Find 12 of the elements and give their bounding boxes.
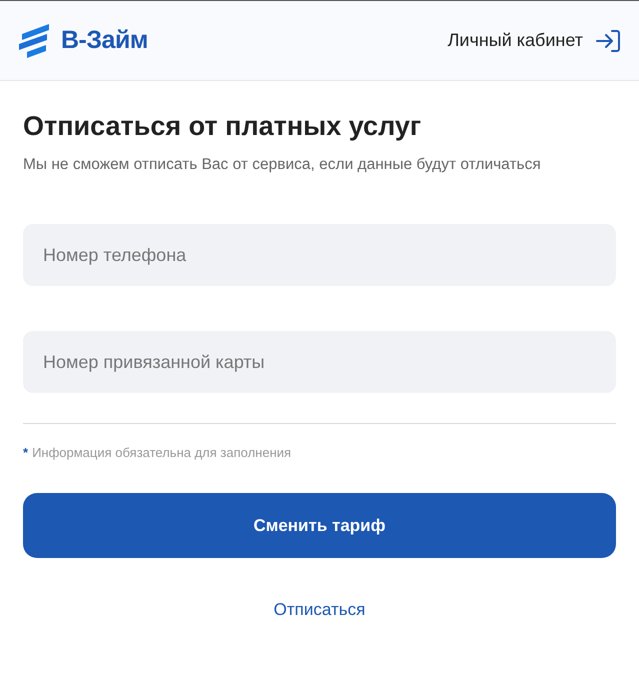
account-link[interactable]: Личный кабинет (448, 28, 621, 52)
logo-icon (18, 24, 51, 58)
unsubscribe-link[interactable]: Отписаться (274, 600, 366, 620)
login-icon (595, 28, 621, 52)
logo-text: В-Займ (61, 26, 148, 55)
required-mark: * (23, 445, 28, 460)
input-field[interactable]: Номер телефона (23, 224, 616, 286)
page-title: Отписаться от платных услуг (23, 111, 422, 142)
subtitle: Мы не сможем отписать Вас от сервиса, если данные будут отличаться (23, 156, 542, 174)
input-field[interactable]: Номер привязанной карты (23, 331, 616, 393)
change-tariff-button[interactable]: Сменить тариф (23, 493, 616, 558)
required-note: Информация обязательна для заполнения (32, 445, 292, 460)
